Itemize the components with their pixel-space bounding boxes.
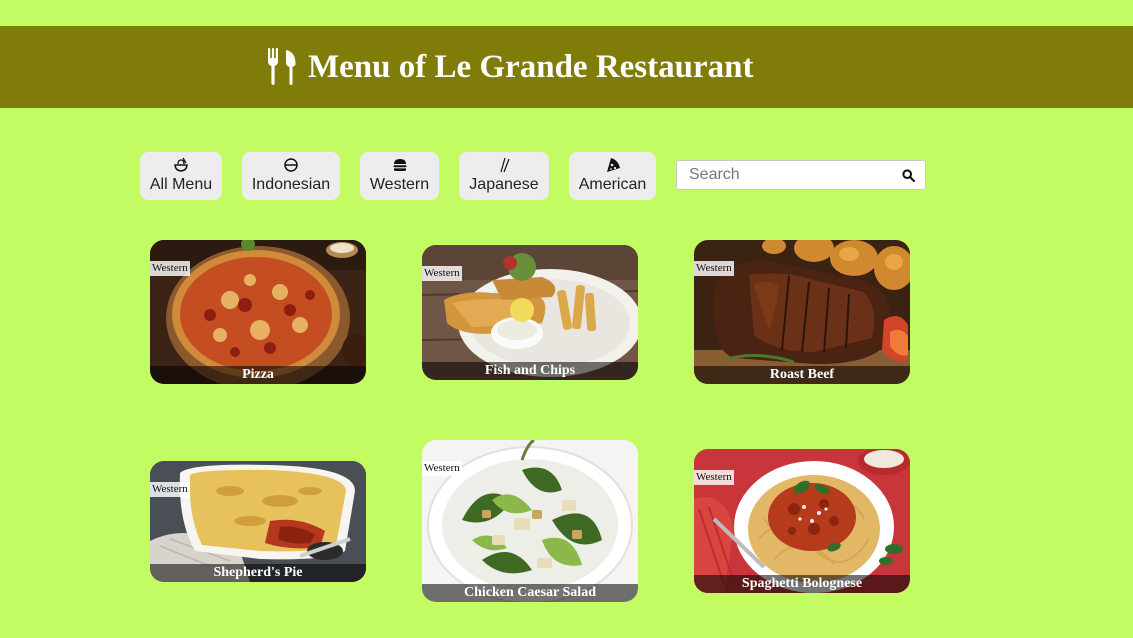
search-icon[interactable] (902, 169, 915, 182)
filter-american-button[interactable]: American (569, 152, 656, 200)
category-badge: Western (422, 461, 462, 476)
pizza-icon (605, 157, 621, 173)
category-badge: Western (150, 261, 190, 276)
bowl-icon (173, 157, 189, 173)
menu-card-chicken-caesar-salad[interactable]: Western Chicken Caesar Salad (422, 440, 638, 602)
header-bar: Menu of Le Grande Restaurant (0, 26, 1133, 108)
search-box (676, 160, 926, 190)
category-badge: Western (694, 261, 734, 276)
card-title: Pizza (150, 366, 366, 384)
menu-card-pizza[interactable]: Western Pizza (150, 240, 366, 384)
header-title-group: Menu of Le Grande Restaurant (266, 47, 753, 87)
search-input[interactable] (677, 161, 892, 189)
menu-card-fish-and-chips[interactable]: Western Fish and Chips (422, 245, 638, 380)
filter-western-button[interactable]: Western (360, 152, 439, 200)
card-title: Fish and Chips (422, 362, 638, 380)
filter-label: American (578, 176, 647, 193)
chopsticks-icon (496, 157, 512, 173)
card-title: Shepherd's Pie (150, 564, 366, 582)
burger-icon (392, 157, 408, 173)
filter-japanese-button[interactable]: Japanese (459, 152, 549, 200)
category-badge: Western (694, 470, 734, 485)
filter-label: All Menu (149, 176, 213, 193)
category-badge: Western (150, 482, 190, 497)
menu-card-roast-beef[interactable]: Western Roast Beef (694, 240, 910, 384)
menu-card-spaghetti-bolognese[interactable]: Western Spaghetti Bolognese (694, 449, 910, 593)
card-title: Spaghetti Bolognese (694, 575, 910, 593)
rice-bowl-icon (283, 157, 299, 173)
filter-all-menu-button[interactable]: All Menu (140, 152, 222, 200)
filter-label: Japanese (469, 176, 539, 193)
fork-knife-icon (268, 48, 296, 85)
filter-label: Western (369, 176, 430, 193)
card-title: Roast Beef (694, 366, 910, 384)
page-title: Menu of Le Grande Restaurant (308, 49, 754, 85)
category-badge: Western (422, 266, 462, 281)
filter-indonesian-button[interactable]: Indonesian (242, 152, 340, 200)
filter-label: Indonesian (251, 176, 331, 193)
menu-card-shepherds-pie[interactable]: Western Shepherd's Pie (150, 461, 366, 582)
card-title: Chicken Caesar Salad (422, 584, 638, 602)
